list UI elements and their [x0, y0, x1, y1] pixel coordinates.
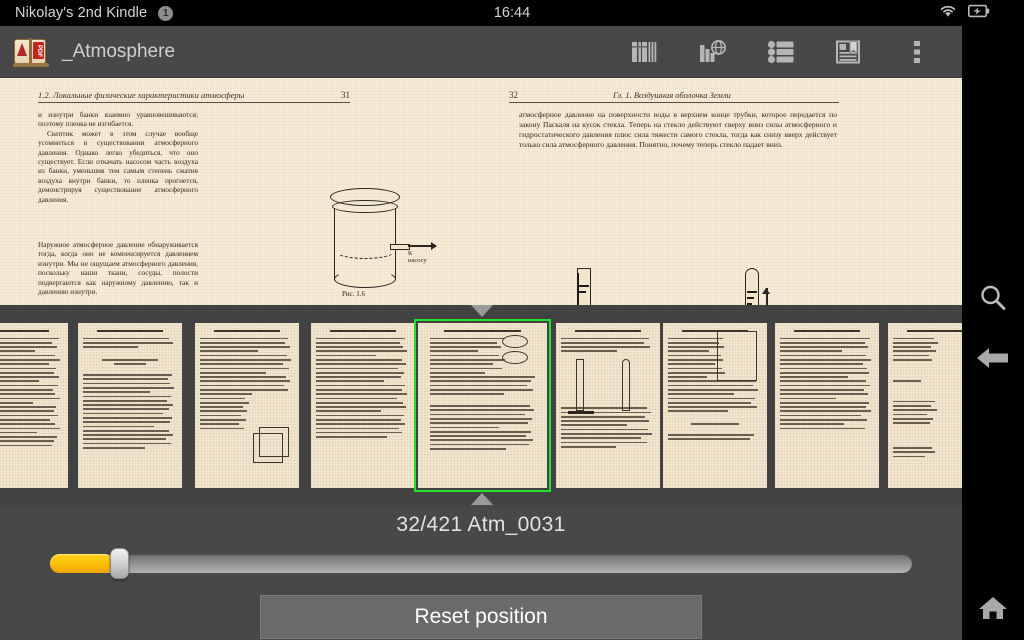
left-page-text-cont: Наружное атмосферное давление обнаружива… [38, 240, 198, 296]
bookmark-icon[interactable] [834, 37, 864, 67]
appbar-toolbar [630, 26, 962, 78]
thumbnail-page[interactable] [311, 323, 415, 488]
right-page-text: атмосферное давление на поверхности воды… [519, 110, 837, 150]
contents-list-icon[interactable] [766, 37, 796, 67]
selection-caret-bottom-icon [471, 493, 493, 505]
jar-figure-caption: Рис. 1.6 [342, 290, 365, 298]
left-page-running-head: 1.2. Локальные физические характеристики… [38, 90, 350, 100]
search-button[interactable] [962, 272, 1024, 328]
thumbnail-page[interactable] [418, 323, 547, 488]
thumbnail-page[interactable] [195, 323, 299, 488]
navigation-rail [962, 26, 1024, 640]
page-slider-track[interactable] [50, 554, 912, 573]
kindle-pdf-reader: Nikolay's 2nd Kindle 1 16:44 [0, 0, 1024, 640]
thumbnail-page[interactable] [663, 323, 767, 488]
status-clock: 16:44 [0, 5, 1024, 21]
android-status-bar: Nikolay's 2nd Kindle 1 16:44 [0, 0, 1024, 26]
thumbnail-page[interactable] [888, 323, 962, 488]
page-indicator: 32/421 Atm_0031 [0, 513, 962, 537]
back-icon [975, 344, 1011, 377]
jar-figure: К насосу Рис. 1.6 [320, 186, 420, 291]
left-page-text: и изнутри банки взаимно уравновешиваются… [38, 110, 198, 204]
page-slider-handle[interactable] [110, 548, 129, 579]
thumbnail-page[interactable] [775, 323, 879, 488]
reset-position-button-label: Reset position [414, 605, 547, 629]
home-icon [977, 593, 1009, 628]
right-page: 32 Гл. 1. Воздушная оболочка Земли атмос… [481, 78, 962, 305]
page-slider[interactable] [50, 548, 912, 578]
bottom-control-panel: 32/421 Atm_0031 Reset position [0, 505, 962, 640]
right-page-running-head: 32 Гл. 1. Воздушная оболочка Земли [509, 90, 839, 100]
left-page: 1.2. Локальные физические характеристики… [0, 78, 481, 305]
web-library-icon[interactable] [698, 37, 728, 67]
home-button[interactable] [962, 582, 1024, 638]
thumbnail-page[interactable] [556, 323, 660, 488]
pdf-page-view[interactable]: 1.2. Локальные физические характеристики… [0, 78, 962, 305]
overflow-menu-icon[interactable] [902, 37, 932, 67]
battery-charging-icon [968, 4, 990, 23]
library-icon[interactable] [630, 37, 660, 67]
left-page-number: 31 [341, 90, 350, 100]
thumbnail-page[interactable] [0, 323, 68, 488]
selection-caret-top-icon [471, 305, 493, 317]
thumbnail-page[interactable] [78, 323, 182, 488]
document-title: _Atmosphere [62, 41, 175, 63]
page-slider-fill [50, 554, 114, 573]
reset-position-button[interactable]: Reset position [260, 595, 702, 639]
right-page-number: 32 [509, 90, 518, 100]
app-title-bar: PDF _Atmosphere [0, 26, 962, 78]
page-thumbnail-strip[interactable] [0, 305, 962, 505]
wifi-icon [939, 4, 957, 23]
back-button[interactable] [962, 332, 1024, 388]
pdf-book-icon: PDF [14, 37, 48, 67]
search-icon [977, 282, 1009, 319]
jar-figure-annotation: К насосу [408, 250, 427, 264]
